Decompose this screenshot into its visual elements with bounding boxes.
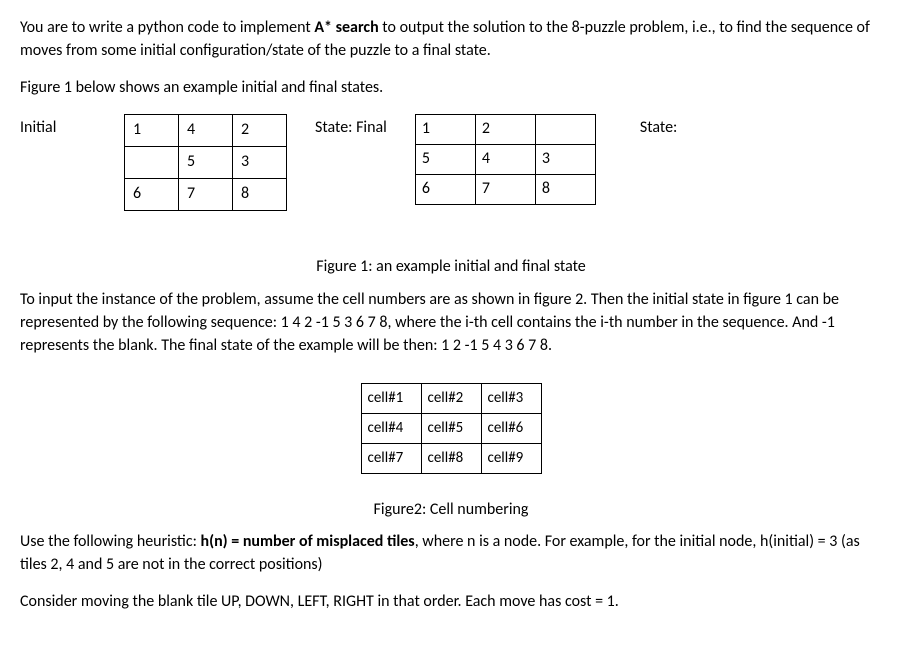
intro-paragraph-2: Figure 1 below shows an example initial … bbox=[20, 76, 882, 99]
label-initial: Initial bbox=[20, 114, 124, 139]
grid-cell: 1 bbox=[415, 114, 475, 144]
figure-1-caption: Figure 1: an example initial and final s… bbox=[20, 255, 882, 278]
intro-text-1b: A* search bbox=[314, 18, 378, 37]
heuristic-paragraph-2: Consider moving the blank tile UP, DOWN,… bbox=[20, 590, 882, 613]
table-row: 5 4 3 bbox=[415, 144, 595, 174]
grid-cell: 7 bbox=[475, 174, 535, 204]
grid-cell: 5 bbox=[415, 144, 475, 174]
figure-2-caption: Figure2: Cell numbering bbox=[20, 498, 882, 521]
figure-1-row: Initial 1 4 2 5 3 6 7 8 State: Final 1 bbox=[20, 114, 882, 211]
grid-cell: 1 bbox=[125, 114, 179, 146]
intro-paragraph-1: You are to write a python code to implem… bbox=[20, 16, 882, 62]
grid-cell: 6 bbox=[125, 178, 179, 210]
grid-cell: cell#2 bbox=[421, 384, 481, 414]
label-state-final: State: Final bbox=[287, 114, 415, 139]
grid-cell: 4 bbox=[475, 144, 535, 174]
grid-cell: 8 bbox=[535, 174, 595, 204]
grid-cell: 7 bbox=[179, 178, 233, 210]
table-row: 1 4 2 bbox=[125, 114, 287, 146]
cell-numbering-grid: cell#1 cell#2 cell#3 cell#4 cell#5 cell#… bbox=[361, 383, 542, 474]
grid-cell: cell#9 bbox=[481, 444, 541, 474]
table-row: 6 7 8 bbox=[415, 174, 595, 204]
intro-text-1a: You are to write a python code to implem… bbox=[20, 18, 314, 37]
grid-cell: cell#5 bbox=[421, 414, 481, 444]
table-row: 1 2 bbox=[415, 114, 595, 144]
heuristic-paragraph-1: Use the following heuristic: h(n) = numb… bbox=[20, 530, 882, 576]
final-state-grid: 1 2 5 4 3 6 7 8 bbox=[415, 114, 596, 205]
heuristic-text-1b: h(n) = number of misplaced tiles bbox=[201, 532, 415, 551]
grid-cell: cell#1 bbox=[361, 384, 421, 414]
figure-2-wrap: cell#1 cell#2 cell#3 cell#4 cell#5 cell#… bbox=[20, 383, 882, 474]
grid-cell: 3 bbox=[233, 146, 287, 178]
grid-cell: cell#8 bbox=[421, 444, 481, 474]
table-row: 5 3 bbox=[125, 146, 287, 178]
grid-cell: 5 bbox=[179, 146, 233, 178]
grid-cell: cell#7 bbox=[361, 444, 421, 474]
table-row: cell#4 cell#5 cell#6 bbox=[361, 414, 541, 444]
label-state: State: bbox=[596, 114, 677, 139]
initial-state-grid: 1 4 2 5 3 6 7 8 bbox=[124, 114, 287, 211]
grid-cell: 6 bbox=[415, 174, 475, 204]
table-row: cell#7 cell#8 cell#9 bbox=[361, 444, 541, 474]
grid-cell: 2 bbox=[233, 114, 287, 146]
grid-cell: 8 bbox=[233, 178, 287, 210]
table-row: cell#1 cell#2 cell#3 bbox=[361, 384, 541, 414]
heuristic-text-1a: Use the following heuristic: bbox=[20, 532, 201, 551]
grid-cell: cell#6 bbox=[481, 414, 541, 444]
encoding-paragraph: To input the instance of the problem, as… bbox=[20, 288, 882, 358]
grid-cell: cell#3 bbox=[481, 384, 541, 414]
grid-cell: 3 bbox=[535, 144, 595, 174]
page-root: You are to write a python code to implem… bbox=[0, 0, 902, 633]
grid-cell bbox=[535, 114, 595, 144]
grid-cell: cell#4 bbox=[361, 414, 421, 444]
grid-cell bbox=[125, 146, 179, 178]
grid-cell: 4 bbox=[179, 114, 233, 146]
table-row: 6 7 8 bbox=[125, 178, 287, 210]
grid-cell: 2 bbox=[475, 114, 535, 144]
